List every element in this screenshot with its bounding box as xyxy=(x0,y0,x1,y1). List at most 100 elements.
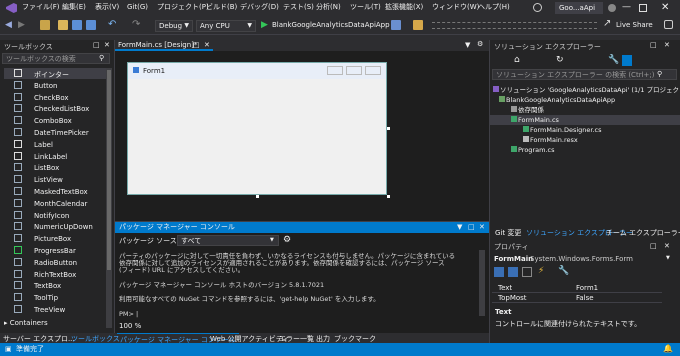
close-icon[interactable]: ✕ xyxy=(204,42,210,49)
close-icon[interactable]: ✕ xyxy=(479,224,485,231)
gear-icon[interactable]: ⚙ xyxy=(477,41,483,48)
solution-node[interactable]: FormMain.resx xyxy=(490,135,680,145)
save-icon[interactable] xyxy=(72,20,82,30)
undo-icon[interactable]: ↶ xyxy=(108,19,118,30)
bottom-tab[interactable]: ツールボックス xyxy=(68,333,123,343)
toolbox-item[interactable]: TreeView xyxy=(4,304,108,315)
toolbox-item[interactable]: ProgressBar xyxy=(4,245,108,256)
account-icon[interactable] xyxy=(608,4,616,12)
solution-node[interactable]: FormMain.cs xyxy=(490,115,680,125)
menu-item[interactable]: ウィンドウ(W) xyxy=(432,4,479,11)
toolbox-item[interactable]: PictureBox xyxy=(4,233,108,244)
bottom-tab[interactable]: エラー一覧 xyxy=(276,333,317,343)
toolbox-item[interactable]: ListBox xyxy=(4,162,108,173)
forward-icon[interactable]: ▶ xyxy=(18,20,28,30)
toolbox-item[interactable]: ComboBox xyxy=(4,115,108,126)
toolbox-item[interactable]: LinkLabel xyxy=(4,151,108,162)
search-icon[interactable] xyxy=(533,3,542,12)
solution-node[interactable]: ソリューション 'GoogleAnalyticsDataApi' (1/1 プロ… xyxy=(490,85,680,95)
refresh-icon[interactable]: ↻ xyxy=(556,56,564,65)
form-preview[interactable]: Form1 xyxy=(127,62,387,195)
redo-icon[interactable]: ↷ xyxy=(132,19,142,30)
menu-item[interactable]: 拡張機能(X) xyxy=(385,4,423,11)
solution-search-input[interactable]: ソリューション エクスプローラー の検索 (Ctrl+;) ⚲ xyxy=(492,69,677,80)
menu-item[interactable]: ツール(T) xyxy=(350,4,381,11)
wrench-icon[interactable]: 🔧 xyxy=(608,56,619,65)
solution-tab[interactable]: Git 変更 xyxy=(492,226,524,240)
pin-icon[interactable]: □ xyxy=(650,243,657,250)
solution-node[interactable]: Program.cs xyxy=(490,145,680,155)
chevron-down-icon[interactable]: ▼ xyxy=(457,224,462,231)
menu-item[interactable]: ヘルプ(H) xyxy=(478,4,510,11)
alphabetical-icon[interactable] xyxy=(508,267,518,277)
tab-formmain-design[interactable]: FormMain.cs [Design]* □ ✕ xyxy=(115,40,213,51)
feedback-icon[interactable] xyxy=(664,20,673,29)
toolbox-item[interactable]: CheckedListBox xyxy=(4,103,108,114)
property-value[interactable]: Form1 xyxy=(576,285,598,292)
folder-icon[interactable] xyxy=(413,20,423,30)
toolbox-item[interactable]: RadioButton xyxy=(4,257,108,268)
toolbox-item[interactable]: RichTextBox xyxy=(4,269,108,280)
pin-icon[interactable]: □ xyxy=(193,42,200,49)
new-project-icon[interactable] xyxy=(40,20,50,30)
bottom-tab[interactable]: 出力 xyxy=(313,333,333,343)
toolbox-item[interactable]: MaskedTextBox xyxy=(4,186,108,197)
config-dropdown[interactable]: Debug ▼ xyxy=(155,20,193,32)
pin-icon[interactable]: □ xyxy=(650,42,657,49)
toolbox-item[interactable]: NumericUpDown xyxy=(4,221,108,232)
menu-item[interactable]: ビルド(B) xyxy=(206,4,237,11)
toolbox-item[interactable]: DateTimePicker xyxy=(4,127,108,138)
pin-icon[interactable]: □ xyxy=(93,42,100,49)
toolbox-group-containers[interactable]: ▸ Containers xyxy=(4,320,48,327)
live-share-button[interactable]: Live Share xyxy=(616,22,653,29)
pin-icon[interactable]: □ xyxy=(468,224,475,231)
home-icon[interactable]: ⌂ xyxy=(514,56,520,65)
notification-icon[interactable]: 🔔 xyxy=(663,345,673,353)
close-button[interactable]: ✕ xyxy=(661,3,669,13)
resize-handle[interactable] xyxy=(256,195,259,198)
menu-item[interactable]: Git(G) xyxy=(127,4,148,11)
menu-item[interactable]: プロジェクト(P) xyxy=(157,4,209,11)
minimize-button[interactable]: — xyxy=(622,3,631,12)
toolbox-search-input[interactable]: ツールボックスの検索 ⚲ xyxy=(2,53,110,64)
property-value[interactable]: False xyxy=(576,295,594,302)
close-icon[interactable]: ✕ xyxy=(664,243,670,250)
categorized-icon[interactable] xyxy=(494,267,504,277)
resize-handle[interactable] xyxy=(387,195,390,198)
property-row[interactable]: Text Form1 xyxy=(492,283,662,293)
chevron-down-icon[interactable]: ▼ xyxy=(465,42,470,49)
wrench-icon[interactable]: 🔧 xyxy=(558,267,569,276)
open-icon[interactable] xyxy=(58,20,68,30)
menu-item[interactable]: 分析(N) xyxy=(316,4,341,11)
menu-item[interactable]: ファイル(F) xyxy=(22,4,60,11)
solution-tab[interactable]: チーム エクスプローラー xyxy=(603,226,680,240)
toolbox-item[interactable]: TextBox xyxy=(4,280,108,291)
property-row[interactable]: TopMost False xyxy=(492,293,662,303)
resize-handle[interactable] xyxy=(387,127,390,130)
live-share-icon[interactable]: ↗ xyxy=(603,18,611,29)
toolbox-scroll-thumb[interactable] xyxy=(107,70,111,270)
bottom-tab[interactable]: ブックマーク xyxy=(331,333,379,343)
toolbox-item[interactable]: CheckBox xyxy=(4,92,108,103)
events-icon[interactable]: ⚡ xyxy=(538,267,544,276)
menu-item[interactable]: 編集(E) xyxy=(62,4,86,11)
save-all-icon[interactable] xyxy=(86,20,96,30)
source-dropdown[interactable]: すべて ▼ xyxy=(177,235,279,246)
toolbox-item[interactable]: NotifyIcon xyxy=(4,210,108,221)
toolbox-item[interactable]: Button xyxy=(4,80,108,91)
properties-icon[interactable] xyxy=(522,267,532,277)
platform-dropdown[interactable]: Any CPU ▼ xyxy=(196,20,256,32)
menu-item[interactable]: テスト(S) xyxy=(283,4,314,11)
close-icon[interactable]: ✕ xyxy=(664,42,670,49)
properties-object-selector[interactable]: FormMain System.Windows.Forms.Form ▼ xyxy=(492,254,677,265)
bottom-tab[interactable]: サーバー エクスプロ... xyxy=(0,333,78,343)
toolbox-item[interactable]: ToolTip xyxy=(4,292,108,303)
menu-item[interactable]: デバッグ(D) xyxy=(240,4,279,11)
toolbox-item[interactable]: Label xyxy=(4,139,108,150)
console-scrollbar[interactable] xyxy=(479,250,485,316)
toolbox-item[interactable]: MonthCalendar xyxy=(4,198,108,209)
preview-toggle[interactable] xyxy=(622,55,632,66)
toolbox-item[interactable]: ポインター xyxy=(4,68,108,79)
close-icon[interactable]: ✕ xyxy=(104,42,110,49)
solution-node[interactable]: BlankGoogleAnalyticsDataApiApp xyxy=(490,95,680,105)
